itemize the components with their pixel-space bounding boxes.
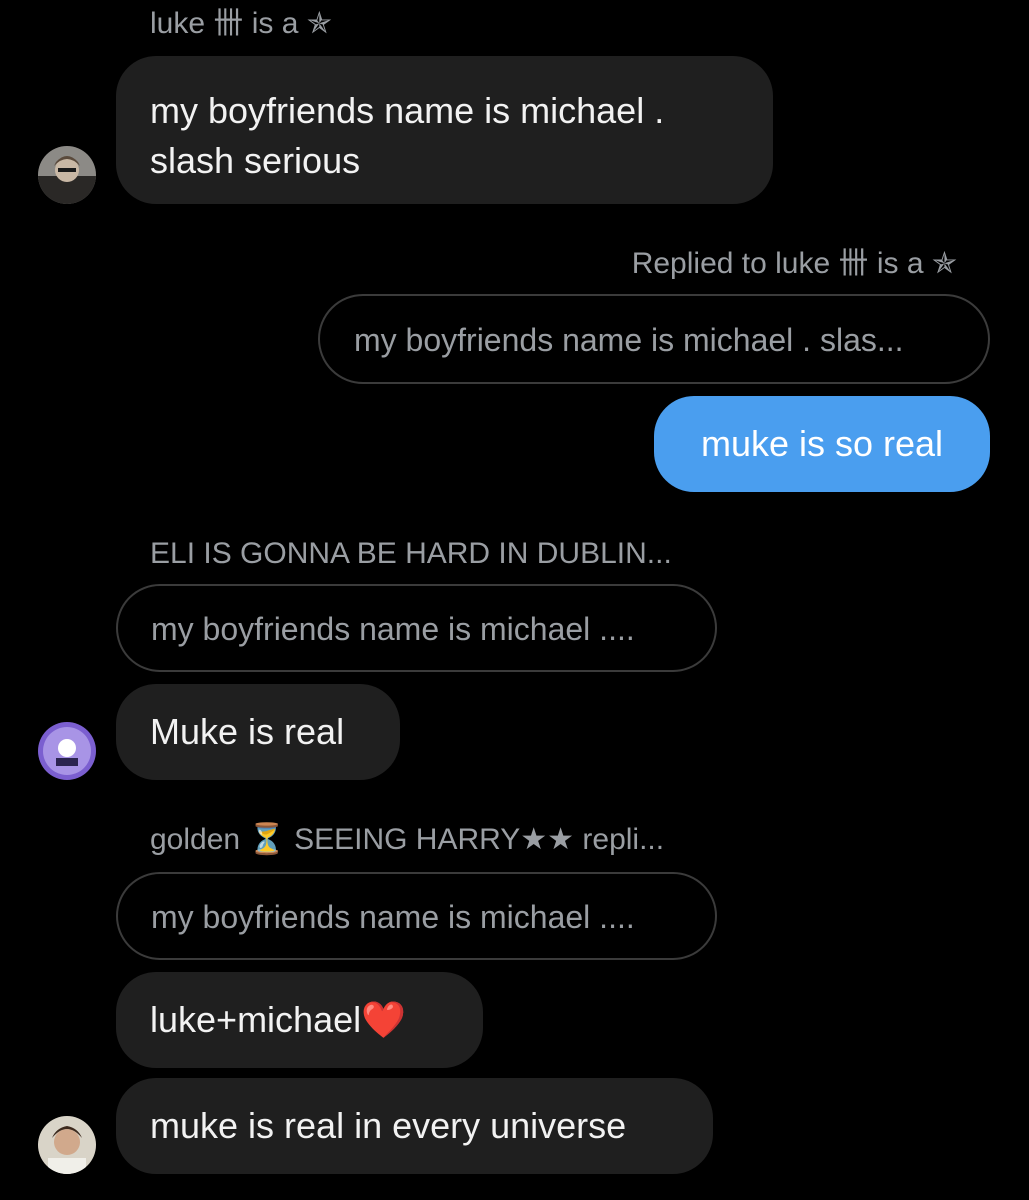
message-bubble[interactable]: muke is real in every universe — [116, 1078, 713, 1174]
reply-context-label: Replied to luke 卌 is a ✯ — [631, 247, 957, 280]
quoted-message[interactable]: my boyfriends name is michael .... — [116, 872, 717, 960]
sender-name: luke 卌 is a ✯ — [150, 7, 332, 40]
message-text-line: my boyfriends name is michael . — [150, 90, 665, 131]
message-text-line: slash serious — [150, 140, 361, 181]
message-bubble[interactable]: my boyfriends name is michael . slash se… — [116, 56, 773, 204]
user-avatar[interactable] — [38, 722, 96, 780]
quoted-message[interactable]: my boyfriends name is michael . slas... — [318, 294, 990, 384]
avatar-photo-icon — [38, 1116, 96, 1174]
user-avatar[interactable] — [38, 146, 96, 204]
avatar-photo-icon — [38, 146, 96, 204]
user-avatar[interactable] — [38, 1116, 96, 1174]
message-text: luke+michael — [150, 999, 362, 1040]
message-bubble[interactable]: Muke is real — [116, 684, 400, 780]
message-bubble[interactable]: luke+michael❤️ — [116, 972, 483, 1068]
reply-context-label: golden ⏳ SEEING HARRY★★ repli... — [150, 823, 665, 856]
reply-context-label: ELI IS GONNA BE HARD IN DUBLIN... — [150, 537, 672, 570]
heart-emoji: ❤️ — [361, 999, 406, 1040]
avatar-purple-icon — [38, 722, 96, 780]
quoted-message[interactable]: my boyfriends name is michael .... — [116, 584, 717, 672]
message-bubble-outgoing[interactable]: muke is so real — [654, 396, 990, 492]
